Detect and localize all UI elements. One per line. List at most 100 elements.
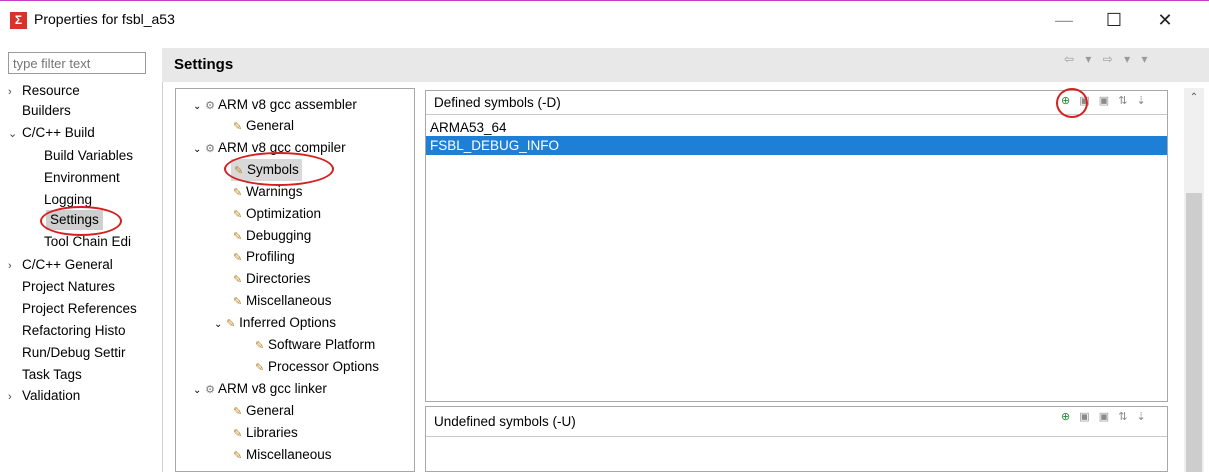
filter-input[interactable] [8,52,146,74]
list-item[interactable]: ARMA53_64 [426,118,1167,137]
annotation-circle-add-icon [1056,88,1088,118]
history-nav-arrows[interactable]: ⇦ ▾ ⇨ ▾ ▾ [1064,52,1152,66]
option-icon: ✎ [233,428,243,440]
move-symbol-icon[interactable]: ⇅ [1118,95,1130,107]
tree-item-profiling[interactable]: ✎ Profiling [233,246,295,268]
close-button[interactable]: ✕ [1145,6,1185,34]
tree-item-label: Software Platform [267,337,376,352]
option-icon: ✎ [233,252,243,264]
tree-item-directories[interactable]: ✎ Directories [233,268,311,290]
minimize-button[interactable]: — [1044,6,1084,34]
tree-item-processor-options[interactable]: ✎ Processor Options [255,356,379,378]
tree-item-label: ARM v8 gcc linker [218,381,327,396]
chevron-right-icon[interactable]: › [8,256,22,276]
nav-item-label: Task Tags [22,367,82,382]
add-symbol-icon[interactable]: ⊕ [1061,411,1073,423]
option-icon: ✎ [233,406,243,418]
tree-item-software-platform[interactable]: ✎ Software Platform [255,334,375,356]
tree-item-label: Profiling [245,249,295,264]
nav-item-project-references[interactable]: Project References [22,299,160,319]
chevron-right-icon[interactable]: › [8,82,22,102]
delete-symbol-icon[interactable]: ▣ [1099,95,1112,107]
nav-item-label: Tool Chain Edi [44,234,132,249]
nav-item-label: C/C++ Build [22,125,95,140]
nav-item-c-cpp-build[interactable]: ⌄ C/C++ Build [8,123,95,143]
tree-item-inferred-options[interactable]: ⌄ ✎ Inferred Options [214,312,336,334]
nav-item-label: Project Natures [22,279,116,294]
tree-item-label: Libraries [245,425,298,440]
nav-item-run-debug-settings[interactable]: Run/Debug Settir [22,343,126,363]
nav-item-builders[interactable]: Builders [22,101,71,121]
nav-item-label: Resource [22,83,80,98]
undefined-symbols-toolbar[interactable]: ⊕ ▣ ▣ ⇅ ⇣ [1061,410,1149,423]
expand-icon[interactable]: ⌄ [193,385,201,396]
tool-gear-icon: ⚙ [205,384,216,396]
tree-item-label: Warnings [245,184,303,199]
tree-item-label: ARM v8 gcc assembler [218,97,357,112]
tree-item-miscellaneous[interactable]: ✎ Miscellaneous [233,290,332,312]
tree-item-libraries[interactable]: ✎ Libraries [233,422,298,444]
move-down-icon[interactable]: ⇣ [1137,95,1149,107]
tree-item-optimization[interactable]: ✎ Optimization [233,203,321,225]
option-icon: ✎ [226,318,236,330]
nav-item-label: Validation [22,388,81,403]
edit-symbol-icon[interactable]: ▣ [1079,411,1092,423]
tree-item-label: Miscellaneous [245,447,332,462]
nav-item-environment[interactable]: Environment [44,168,120,188]
maximize-button[interactable]: ☐ [1094,6,1134,34]
tree-item-label: General [245,403,295,418]
tool-gear-icon: ⚙ [205,143,216,155]
move-down-icon[interactable]: ⇣ [1137,411,1149,423]
nav-item-refactoring-history[interactable]: Refactoring Histo [22,321,126,341]
tool-gear-icon: ⚙ [205,100,216,112]
nav-item-label: C/C++ General [22,257,113,272]
chevron-right-icon[interactable]: › [8,387,22,407]
undefined-symbols-header: Undefined symbols (-U) [426,407,1167,437]
nav-item-validation[interactable]: › Validation [8,386,80,406]
nav-item-label: Run/Debug Settir [22,345,126,360]
option-icon: ✎ [233,121,243,133]
option-icon: ✎ [255,362,265,374]
nav-item-project-natures[interactable]: Project Natures [22,277,115,297]
tree-item-label: Debugging [245,228,312,243]
panel-title: Defined symbols (-D) [434,95,561,110]
defined-symbols-panel: Defined symbols (-D) ⊕ ▣ ▣ ⇅ ⇣ ARMA53_64… [425,90,1168,402]
option-icon: ✎ [233,274,243,286]
nav-item-task-tags[interactable]: Task Tags [22,365,82,385]
tree-item-label: Directories [245,271,311,286]
option-icon: ✎ [233,187,243,199]
expand-icon[interactable]: ⌄ [193,101,201,112]
nav-item-build-variables[interactable]: Build Variables [44,146,133,166]
list-item-selected[interactable]: FSBL_DEBUG_INFO [426,136,1167,155]
tree-item-arm-linker[interactable]: ⌄ ⚙ ARM v8 gcc linker [193,378,327,400]
tree-item-label: Inferred Options [239,315,336,330]
option-icon: ✎ [233,450,243,462]
app-logo-icon: Σ [10,12,27,29]
panel-title: Undefined symbols (-U) [434,414,576,429]
delete-symbol-icon[interactable]: ▣ [1099,411,1112,423]
expand-icon[interactable]: ⌄ [214,319,222,330]
divider [162,82,163,472]
nav-item-c-cpp-general[interactable]: › C/C++ General [8,255,113,275]
tree-item-label: Processor Options [267,359,380,374]
nav-item-label: Project References [22,301,137,316]
option-icon: ✎ [233,296,243,308]
scroll-up-icon[interactable]: ⌃ [1186,92,1202,106]
settings-header [162,48,1209,82]
annotation-circle-settings [40,206,122,236]
nav-item-label: Builders [22,103,71,118]
tree-item-general[interactable]: ✎ General [233,115,294,137]
expand-icon[interactable]: ⌄ [193,144,201,155]
scrollbar-thumb[interactable] [1186,193,1202,472]
tree-item-arm-assembler[interactable]: ⌄ ⚙ ARM v8 gcc assembler [193,94,357,116]
page-title: Settings [174,56,234,73]
tree-item-linker-general[interactable]: ✎ General [233,400,294,422]
nav-item-label: Refactoring Histo [22,323,126,338]
window-title: Properties for fsbl_a53 [34,11,175,27]
tree-item-label: General [245,118,295,133]
nav-item-resource[interactable]: › Resource [8,81,80,101]
chevron-down-icon[interactable]: ⌄ [8,124,22,144]
tree-item-linker-miscellaneous[interactable]: ✎ Miscellaneous [233,444,332,466]
move-symbol-icon[interactable]: ⇅ [1118,411,1130,423]
tree-item-debugging[interactable]: ✎ Debugging [233,225,311,247]
